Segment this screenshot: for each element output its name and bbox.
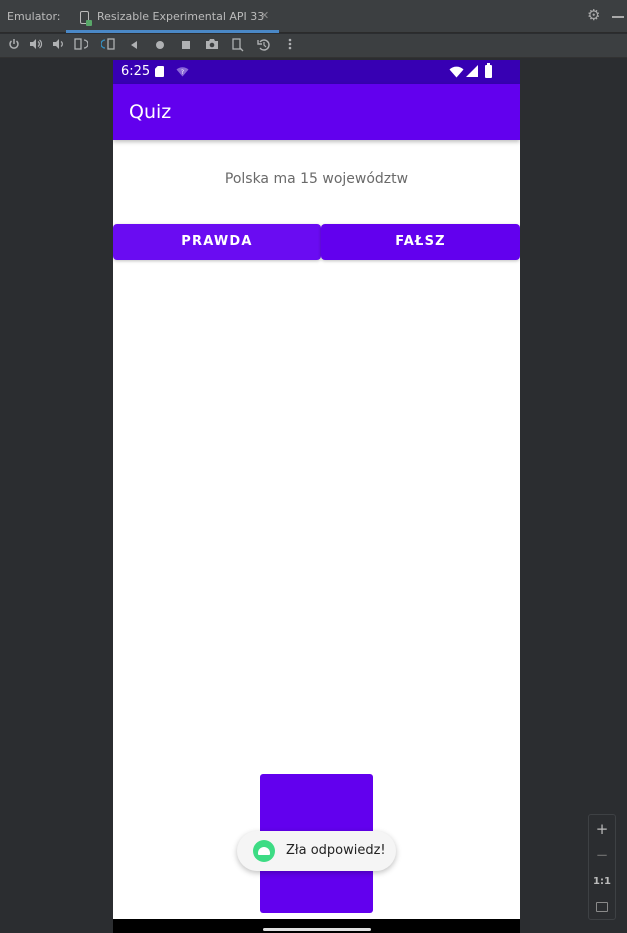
- fit-screen-icon[interactable]: [596, 902, 608, 912]
- toast: Zła odpowiedz!: [237, 831, 396, 871]
- power-icon[interactable]: [6, 38, 22, 54]
- app-bar: Quiz: [113, 84, 520, 140]
- back-icon[interactable]: [126, 38, 142, 54]
- tab-device-label: Resizable Experimental API 33: [97, 10, 265, 23]
- true-button[interactable]: PRAWDA: [113, 224, 321, 260]
- overview-icon[interactable]: [178, 38, 194, 54]
- navigation-bar: [113, 919, 520, 933]
- zoom-out-button[interactable]: −: [589, 843, 615, 867]
- sd-card-icon: [155, 66, 164, 77]
- status-bar: 6:25 ?: [113, 60, 520, 84]
- rotate-left-icon[interactable]: [73, 38, 89, 54]
- rotate-right-icon[interactable]: [100, 38, 116, 54]
- emulator-tab-bar: Emulator: Resizable Experimental API 33 …: [0, 0, 627, 33]
- toast-text: Zła odpowiedz!: [286, 843, 386, 858]
- gear-icon[interactable]: ⚙: [587, 8, 600, 23]
- zoom-in-button[interactable]: +: [589, 817, 615, 841]
- home-icon[interactable]: [152, 38, 168, 54]
- screenshot-icon[interactable]: [204, 38, 220, 54]
- wifi-icon: [449, 66, 464, 78]
- device-icon: [80, 11, 92, 26]
- wifi-question-icon: ?: [176, 67, 189, 77]
- snapshot-icon[interactable]: [256, 38, 272, 54]
- app-title: Quiz: [129, 101, 172, 123]
- tab-device[interactable]: Resizable Experimental API 33 ✕: [66, 0, 279, 33]
- actual-size-button[interactable]: 1:1: [589, 870, 615, 894]
- minimize-icon[interactable]: [612, 16, 624, 18]
- device-screen: 6:25 ? Quiz Polska ma 15 województw PRAW…: [113, 60, 520, 933]
- gesture-handle[interactable]: [263, 928, 371, 931]
- battery-icon: [485, 63, 492, 78]
- volume-down-icon[interactable]: [50, 38, 66, 54]
- signal-icon: [466, 65, 478, 77]
- emulator-toolbar: [0, 34, 627, 58]
- svg-text:?: ?: [181, 69, 184, 76]
- fold-icon[interactable]: [230, 38, 246, 54]
- volume-up-icon[interactable]: [28, 38, 44, 54]
- more-icon[interactable]: [282, 38, 298, 54]
- emulator-label: Emulator:: [7, 10, 61, 23]
- question-text: Polska ma 15 województw: [224, 171, 409, 187]
- status-time: 6:25: [121, 64, 151, 79]
- android-icon: [253, 840, 275, 862]
- false-button[interactable]: FAŁSZ: [321, 224, 520, 260]
- close-icon[interactable]: ✕: [260, 9, 269, 22]
- zoom-controls: + − 1:1: [588, 814, 616, 920]
